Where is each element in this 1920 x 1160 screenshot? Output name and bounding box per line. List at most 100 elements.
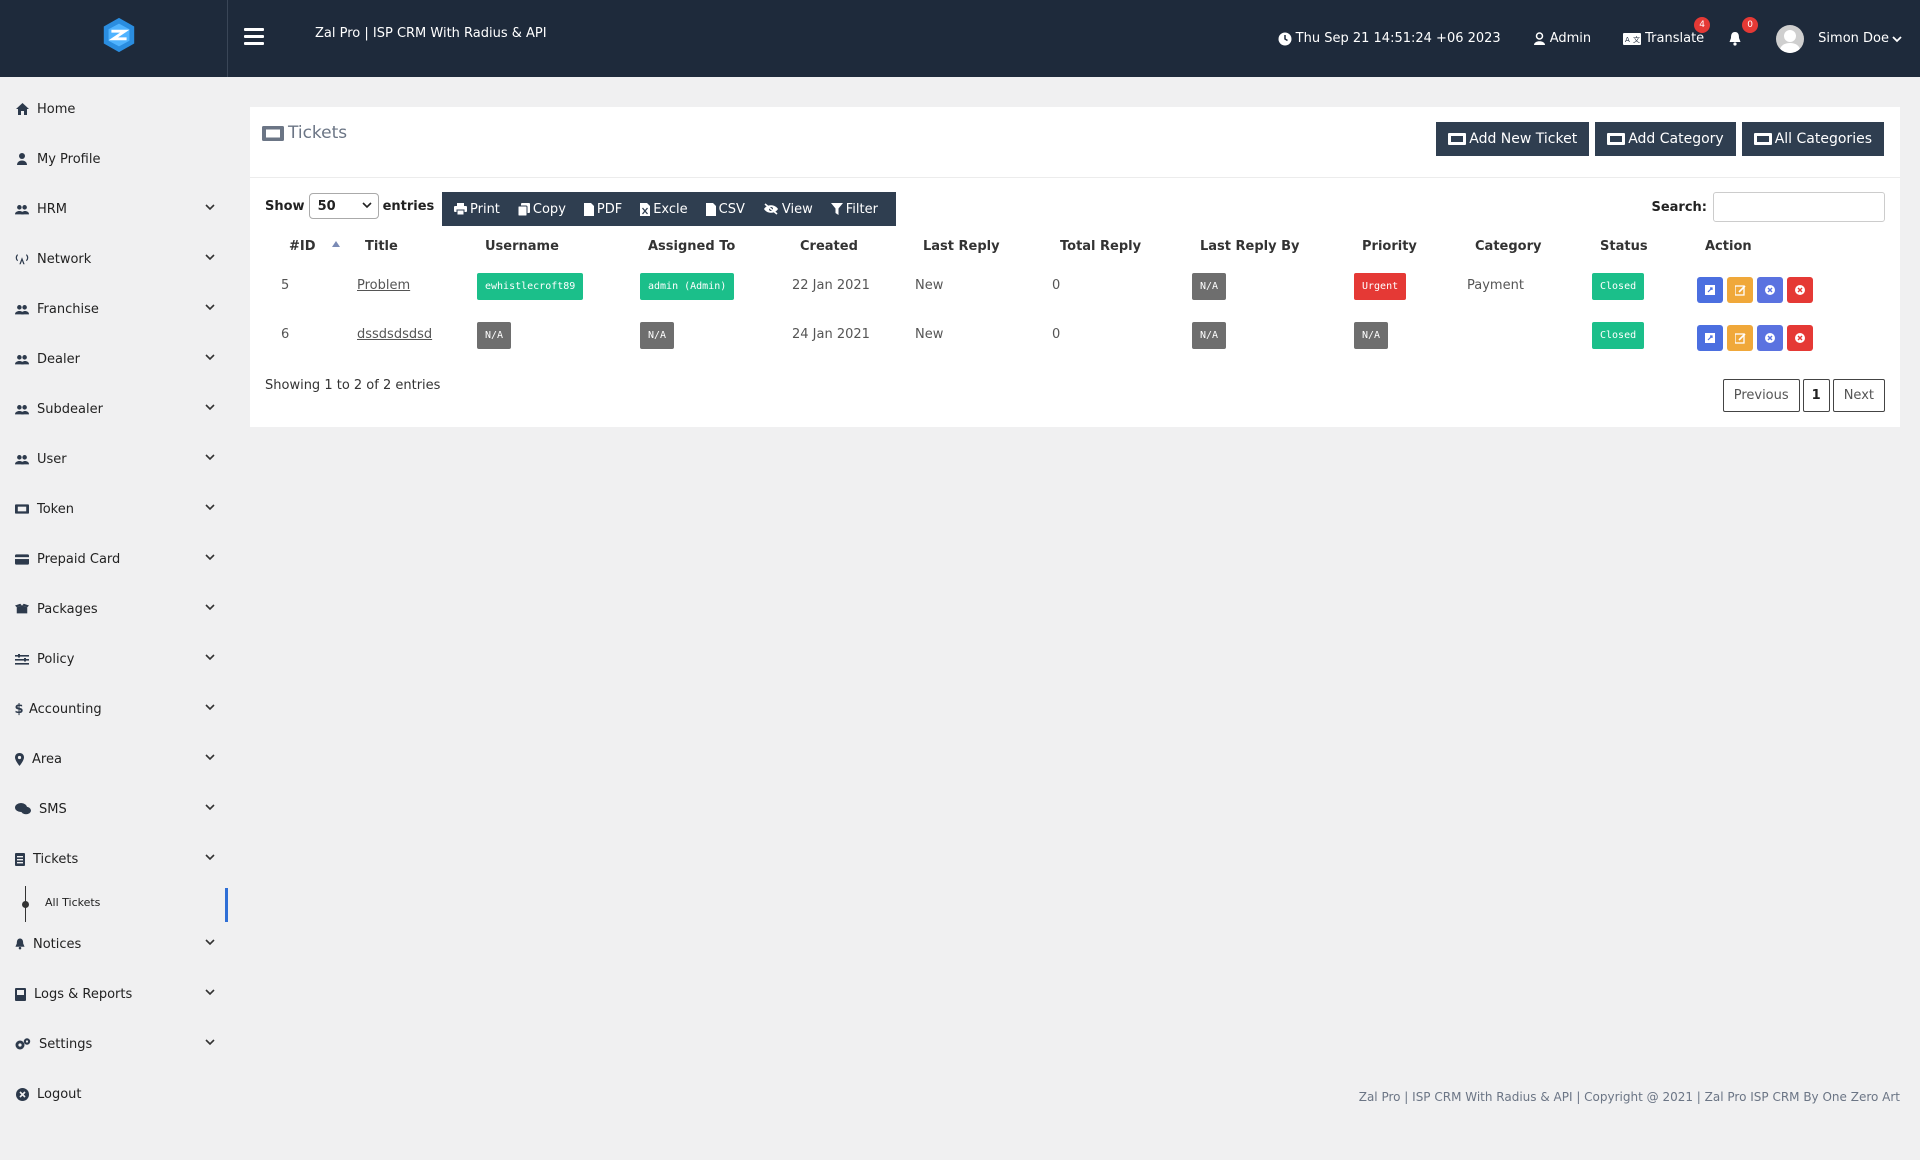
language-icon: A文 [1623,32,1642,45]
column-header-priority[interactable]: Priority [1362,239,1417,254]
view-button[interactable]: View [757,202,819,217]
sidebar-item-user[interactable]: User [15,447,215,471]
sidebar-item-my-profile[interactable]: My Profile [15,147,215,171]
copy-icon [517,202,530,216]
copy-button[interactable]: Copy [512,202,572,217]
search-control: Search: [1651,192,1885,222]
status-badge: Closed [1592,273,1645,300]
times-circle-icon [1795,285,1805,295]
excel-button[interactable]: Excle [634,202,693,217]
column-header-title[interactable]: Title [365,239,398,254]
close-ticket-button[interactable] [1757,325,1783,351]
entries-label: entries [382,198,435,214]
user-menu[interactable]: Simon Doe [1776,24,1906,53]
column-header-status[interactable]: Status [1600,239,1648,254]
sidebar-item-tickets[interactable]: Tickets [15,847,215,871]
datetime-text: Thu Sep 21 14:51:24 +06 2023 [1295,31,1501,46]
chevron-down-icon [1892,35,1902,42]
sidebar-item-token[interactable]: Token [15,497,215,521]
edit-ticket-button[interactable] [1727,277,1753,303]
sidebar-item-logs-reports[interactable]: Logs & Reports [15,982,215,1006]
sidebar-item-packages[interactable]: Packages [15,597,215,621]
menu-toggle-icon[interactable] [244,28,264,46]
column-header-last-reply[interactable]: Last Reply [923,239,1000,254]
users-icon [15,452,29,466]
page-1-button[interactable]: 1 [1802,379,1830,412]
admin-link[interactable]: Admin [1533,31,1591,46]
sidebar-item-label: Settings [39,1036,93,1052]
filter-button[interactable]: Filter [825,202,884,217]
assigned-tag: admin (Admin) [640,273,735,300]
column-header-username[interactable]: Username [485,239,559,254]
table-info: Showing 1 to 2 of 2 entries [265,378,441,393]
datetime-display: Thu Sep 21 14:51:24 +06 2023 [1278,31,1501,46]
delete-ticket-button[interactable] [1787,325,1813,351]
column-header-assigned-to[interactable]: Assigned To [648,239,735,254]
sidebar-item-label: Franchise [37,301,99,317]
csv-button[interactable]: CSV [700,202,751,217]
notifications-button[interactable]: 0 [1728,17,1759,46]
app-logo-icon[interactable] [100,16,138,54]
sidebar-item-network[interactable]: Network [15,247,215,271]
print-button[interactable]: Print [448,202,506,217]
column-header-created[interactable]: Created [800,239,858,254]
dollar-icon: $ [14,701,24,717]
sidebar-item-prepaid-card[interactable]: Prepaid Card [15,547,215,571]
add-new-ticket-button[interactable]: Add New Ticket [1436,122,1590,156]
sidebar-item-policy[interactable]: Policy [15,647,215,671]
search-input[interactable] [1713,192,1885,222]
user-icon [1533,31,1545,45]
sidebar-item-label: Prepaid Card [37,551,121,567]
all-categories-button[interactable]: All Categories [1741,122,1884,156]
column-header-category[interactable]: Category [1475,239,1541,254]
cell-total-reply: 0 [1052,278,1061,293]
sidebar-item-label: Home [37,101,76,117]
chevron-down-icon [205,654,215,661]
delete-ticket-button[interactable] [1787,277,1813,303]
last-reply-by-tag: N/A [1192,273,1227,300]
column-header-id[interactable]: #ID [289,239,316,254]
close-ticket-button[interactable] [1757,277,1783,303]
sidebar-subitem-all-tickets[interactable]: All Tickets [45,896,100,909]
column-header-last-reply-by[interactable]: Last Reply By [1200,239,1300,254]
times-circle-icon [1765,285,1775,295]
sidebar-item-sms[interactable]: SMS [15,797,215,821]
sidebar-item-notices[interactable]: Notices [15,932,215,956]
sidebar-item-accounting[interactable]: $ Accounting [14,697,215,721]
sidebar-item-franchise[interactable]: Franchise [15,297,215,321]
button-label: Add Category [1628,131,1724,147]
chevron-down-icon [205,204,215,211]
sidebar-item-settings[interactable]: Settings [15,1032,215,1056]
entries-value: 50 [317,198,336,214]
sidebar-item-hrm[interactable]: HRM [15,197,215,221]
sidebar-item-home[interactable]: Home [15,97,215,121]
next-page-button[interactable]: Next [1832,379,1885,412]
edit-ticket-button[interactable] [1727,325,1753,351]
sidebar-item-logout[interactable]: Logout [15,1082,215,1106]
comments-icon [15,802,31,816]
sidebar-item-label: Notices [33,936,82,952]
sidebar-item-dealer[interactable]: Dealer [15,347,215,371]
ticket-title-link[interactable]: dssdsdsdsd [357,327,432,342]
sidebar-item-area[interactable]: Area [15,747,215,771]
logo-area [0,0,228,77]
view-ticket-button[interactable] [1697,325,1723,351]
pdf-button[interactable]: PDF [578,202,628,217]
translate-link[interactable]: A文 Translate 4 [1623,17,1711,46]
add-category-button[interactable]: Add Category [1595,122,1736,156]
ticket-icon [15,502,29,516]
sidebar-item-subdealer[interactable]: Subdealer [15,397,215,421]
sidebar-item-label: Subdealer [37,401,103,417]
users-icon [15,352,29,366]
column-header-total-reply[interactable]: Total Reply [1060,239,1141,254]
view-ticket-button[interactable] [1697,277,1723,303]
chevron-down-icon [361,202,372,209]
sidebar-item-label: Tickets [33,851,79,867]
footer-text: Zal Pro | ISP CRM With Radius & API | Co… [1358,1090,1900,1104]
previous-page-button[interactable]: Previous [1722,379,1800,412]
sidebar-item-label: HRM [37,201,68,217]
ticket-title-link[interactable]: Problem [357,278,410,293]
file-excel-icon [640,202,651,216]
top-header: Zal Pro | ISP CRM With Radius & API Thu … [0,0,1920,77]
entries-select[interactable]: 50 [308,193,379,219]
